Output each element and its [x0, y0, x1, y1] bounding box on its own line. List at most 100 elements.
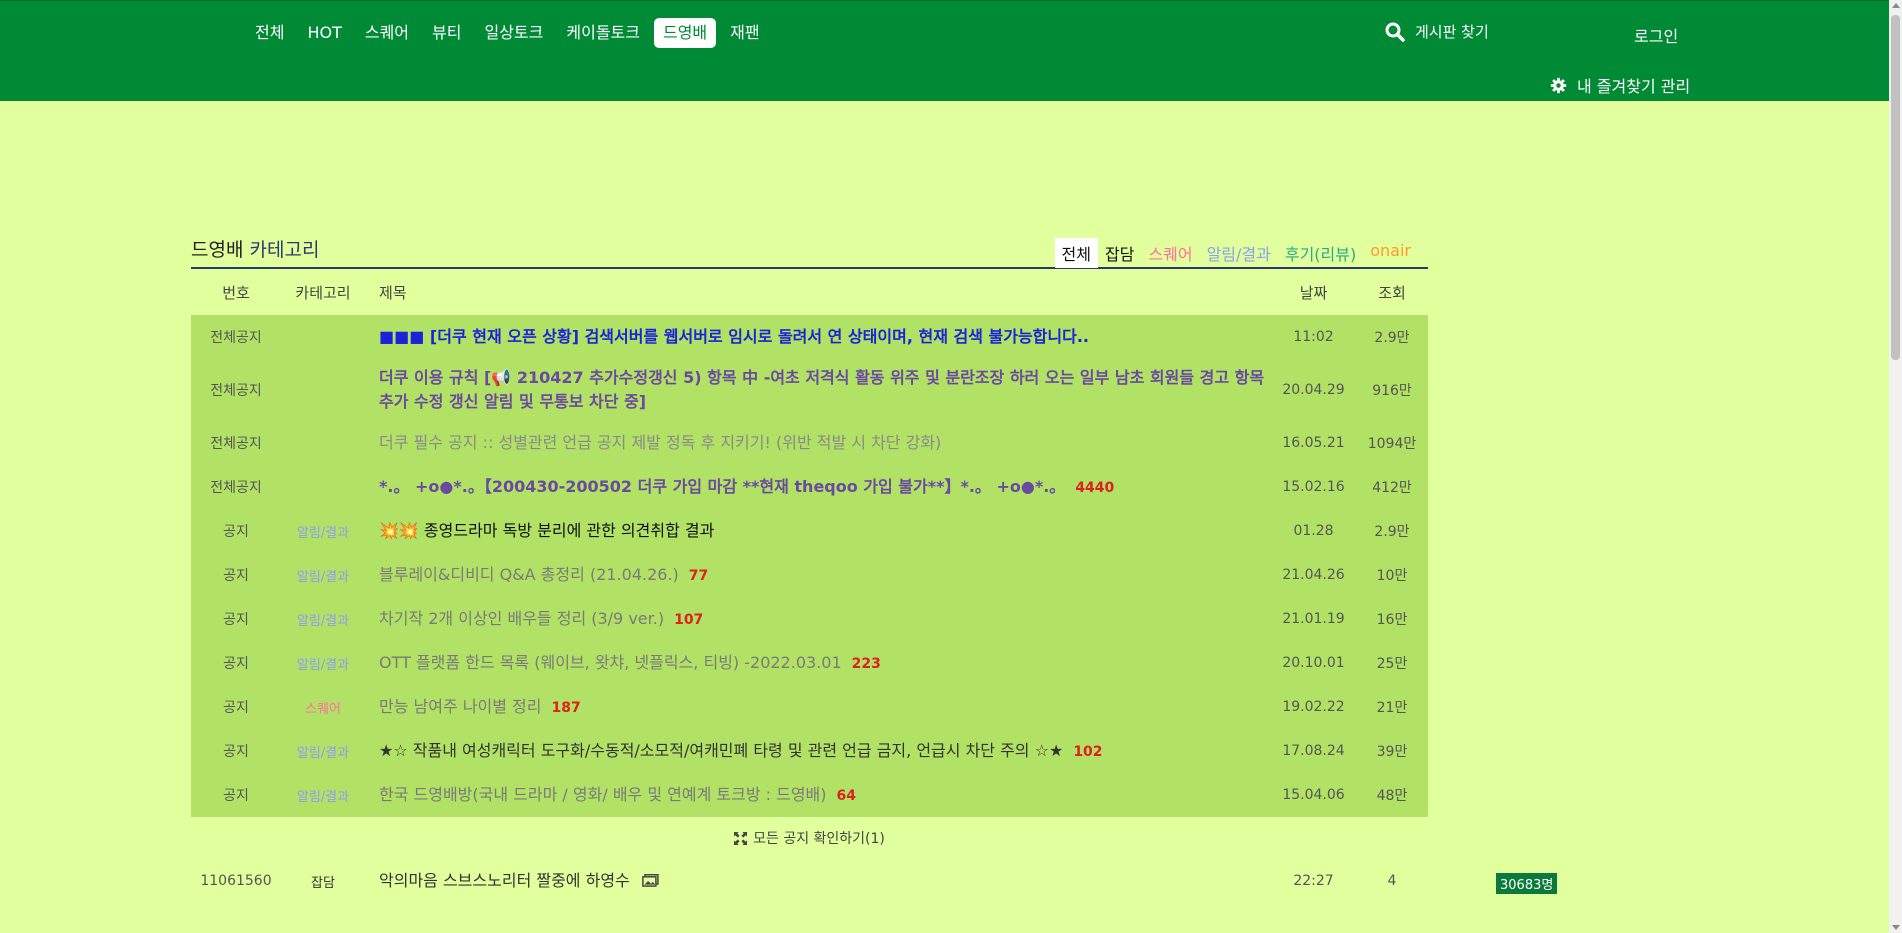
nav-item[interactable]: 뷰티 [423, 18, 470, 48]
col-title: 제목 [379, 283, 407, 302]
category-tab[interactable]: 스퀘어 [1141, 238, 1199, 268]
row-date: 21.01.19 [1282, 611, 1345, 627]
expand-icon [734, 831, 748, 845]
category-tab[interactable]: 후기(리뷰) [1278, 238, 1363, 268]
row-views: 16만 [1376, 612, 1408, 628]
row-views: 10만 [1376, 568, 1408, 584]
nav-item[interactable]: 드영배 [653, 18, 717, 48]
favorites-manage-link[interactable]: 내 즐겨찾기 관리 [1550, 73, 1690, 97]
board-title-sub: 카테고리 [249, 239, 320, 261]
row-title-cell: 블루레이&디비디 Q&A 총정리 (21.04.26.) 77 [365, 561, 1271, 590]
category-tab[interactable]: 전체 [1054, 238, 1098, 268]
board-search[interactable]: 게시판 찾기 [1385, 21, 1489, 42]
col-num: 번호 [222, 283, 250, 302]
comment-count[interactable]: 223 [852, 656, 881, 672]
row-title-link[interactable]: ★☆ 작품내 여성캐릭터 도구화/수동적/소모적/여캐민폐 타령 및 관련 언급… [379, 741, 1063, 760]
notice-row: 공지 알림/결과 차기작 2개 이상인 배우들 정리 (3/9 ver.) 107 21… [191, 597, 1428, 641]
row-category[interactable]: 알림/결과 [281, 742, 365, 761]
online-count-badge: 30683명 [1496, 873, 1558, 894]
comment-count[interactable]: 187 [551, 700, 580, 716]
row-title-link[interactable]: 만능 남여주 나이별 정리 [379, 697, 541, 716]
notice-row: 공지 알림/결과 💥💥 종영드라마 독방 분리에 관한 의견취합 결과 01.28 2.… [191, 509, 1428, 553]
page-scrollbar[interactable] [1889, 0, 1902, 933]
row-category[interactable]: 알림/결과 [281, 654, 365, 673]
row-num: 공지 [223, 744, 249, 760]
row-date: 11:02 [1293, 329, 1334, 345]
row-date: 17.08.24 [1282, 743, 1345, 759]
row-category[interactable]: 잡담 [281, 872, 365, 891]
row-num: 전체공지 [210, 480, 262, 496]
row-title-cell: 💥💥 종영드라마 독방 분리에 관한 의견취합 결과 [365, 517, 1271, 545]
scroll-down-arrow-icon[interactable] [1892, 925, 1900, 930]
nav-item[interactable]: 케이돌토크 [557, 18, 649, 48]
row-title-link[interactable]: *.。 +o●*.。【200430-200502 더쿠 가입 마감 **현재 t… [379, 477, 1065, 496]
gear-icon [1550, 77, 1567, 93]
row-title-link[interactable]: OTT 플랫폼 한드 목록 (웨이브, 왓챠, 넷플릭스, 티빙) -2022.… [379, 653, 842, 672]
notice-row: 공지 스퀘어 만능 남여주 나이별 정리 187 19.02.22 21만 [191, 685, 1428, 729]
scroll-thumb[interactable] [1891, 15, 1900, 360]
row-title-cell: OTT 플랫폼 한드 목록 (웨이브, 왓챠, 넷플릭스, 티빙) -2022.… [365, 649, 1271, 678]
row-title-link[interactable]: 차기작 2개 이상인 배우들 정리 (3/9 ver.) [379, 609, 664, 628]
comment-count[interactable]: 102 [1073, 744, 1102, 760]
row-category[interactable]: 알림/결과 [281, 566, 365, 585]
row-title-cell: 악의마음 스브스노리터 짤중에 하영수 [365, 867, 1271, 895]
post-row: 11061560 잡담 악의마음 스브스노리터 짤중에 하영수 22:27 4 [191, 859, 1428, 903]
row-title-cell: *.。 +o●*.。【200430-200502 더쿠 가입 마감 **현재 t… [365, 473, 1271, 502]
login-link[interactable]: 로그인 [1634, 23, 1678, 47]
row-title-link[interactable]: 💥💥 종영드라마 독방 분리에 관한 의견취합 결과 [379, 521, 714, 540]
show-all-notices-label: 모든 공지 확인하기(1) [753, 831, 885, 847]
row-title-cell: 더쿠 필수 공지 :: 성별관련 언급 공지 제발 정독 후 지키기! (위반 … [365, 429, 1271, 457]
image-attachment-icon [641, 874, 659, 887]
col-category: 카테고리 [295, 283, 351, 302]
row-title-link[interactable]: 더쿠 필수 공지 :: 성별관련 언급 공지 제발 정독 후 지키기! (위반 … [379, 433, 941, 452]
col-views: 조회 [1378, 283, 1406, 302]
row-views: 412만 [1372, 480, 1412, 496]
notice-row: 공지 알림/결과 블루레이&디비디 Q&A 총정리 (21.04.26.) 77 21.… [191, 553, 1428, 597]
row-title-link[interactable]: 블루레이&디비디 Q&A 총정리 (21.04.26.) [379, 565, 679, 584]
show-all-notices-button[interactable]: 모든 공지 확인하기(1) [191, 817, 1428, 859]
search-icon [1385, 22, 1405, 42]
category-tab[interactable]: onair [1363, 238, 1418, 268]
row-views: 48만 [1376, 788, 1408, 804]
nav-item[interactable]: HOT [298, 18, 350, 48]
row-title-cell: 만능 남여주 나이별 정리 187 [365, 693, 1271, 722]
row-title-link[interactable]: 한국 드영배방(국내 드라마 / 영화/ 배우 및 연예계 토크방 : 드영배) [379, 785, 827, 804]
row-num: 11061560 [200, 873, 272, 889]
board-title: 드영배 카테고리 [191, 235, 319, 262]
row-views: 4 [1387, 873, 1397, 889]
nav-item[interactable]: 일상토크 [475, 18, 552, 48]
row-date: 15.02.16 [1282, 479, 1345, 495]
category-tab[interactable]: 알림/결과 [1200, 238, 1278, 268]
row-num: 전체공지 [210, 436, 262, 452]
row-num: 공지 [223, 524, 249, 540]
row-views: 39만 [1376, 744, 1408, 760]
row-date: 20.10.01 [1282, 655, 1345, 671]
category-tab[interactable]: 잡담 [1098, 238, 1141, 268]
notice-row: 공지 알림/결과 ★☆ 작품내 여성캐릭터 도구화/수동적/소모적/여캐민폐 타령 … [191, 729, 1428, 773]
comment-count[interactable]: 64 [837, 788, 856, 804]
board: 드영배 카테고리 전체 잡담 스퀘어 알림/결과 후기(리뷰) onair 번호 카테고리… [191, 230, 1428, 903]
board-title-main: 드영배 [191, 239, 244, 261]
comment-count[interactable]: 4440 [1075, 480, 1114, 496]
row-date: 20.04.29 [1282, 382, 1345, 398]
comment-count[interactable]: 107 [674, 612, 703, 628]
row-num: 공지 [223, 568, 249, 584]
row-category[interactable]: 스퀘어 [281, 698, 365, 717]
row-title-cell: 차기작 2개 이상인 배우들 정리 (3/9 ver.) 107 [365, 605, 1271, 634]
row-title-cell: 한국 드영배방(국내 드라마 / 영화/ 배우 및 연예계 토크방 : 드영배)… [365, 781, 1271, 810]
notice-row: 전체공지 더쿠 이용 규칙 [📢 210427 추가수정갱신 5) 항목 中 -여… [191, 359, 1428, 421]
row-title-link[interactable]: 악의마음 스브스노리터 짤중에 하영수 [379, 871, 630, 890]
scroll-up-arrow-icon[interactable] [1892, 3, 1900, 8]
row-title-link[interactable]: 더쿠 이용 규칙 [📢 210427 추가수정갱신 5) 항목 中 -여초 저격… [379, 368, 1264, 411]
nav-item[interactable]: 전체 [246, 18, 293, 48]
row-views: 916만 [1372, 383, 1412, 399]
row-category[interactable]: 알림/결과 [281, 522, 365, 541]
row-category[interactable]: 알림/결과 [281, 610, 365, 629]
category-tabs: 전체 잡담 스퀘어 알림/결과 후기(리뷰) onair [1054, 238, 1419, 268]
row-category[interactable]: 알림/결과 [281, 786, 365, 805]
comment-count[interactable]: 77 [689, 568, 708, 584]
nav-item[interactable]: 스퀘어 [356, 18, 418, 48]
row-title-link[interactable]: ■■■ [더쿠 현재 오픈 상황] 검색서버를 웹서버로 임시로 돌려서 연 상… [379, 327, 1089, 346]
nav-item[interactable]: 재팬 [721, 18, 768, 48]
notice-list: 전체공지 ■■■ [더쿠 현재 오픈 상황] 검색서버를 웹서버로 임시로 돌려서… [191, 315, 1428, 817]
